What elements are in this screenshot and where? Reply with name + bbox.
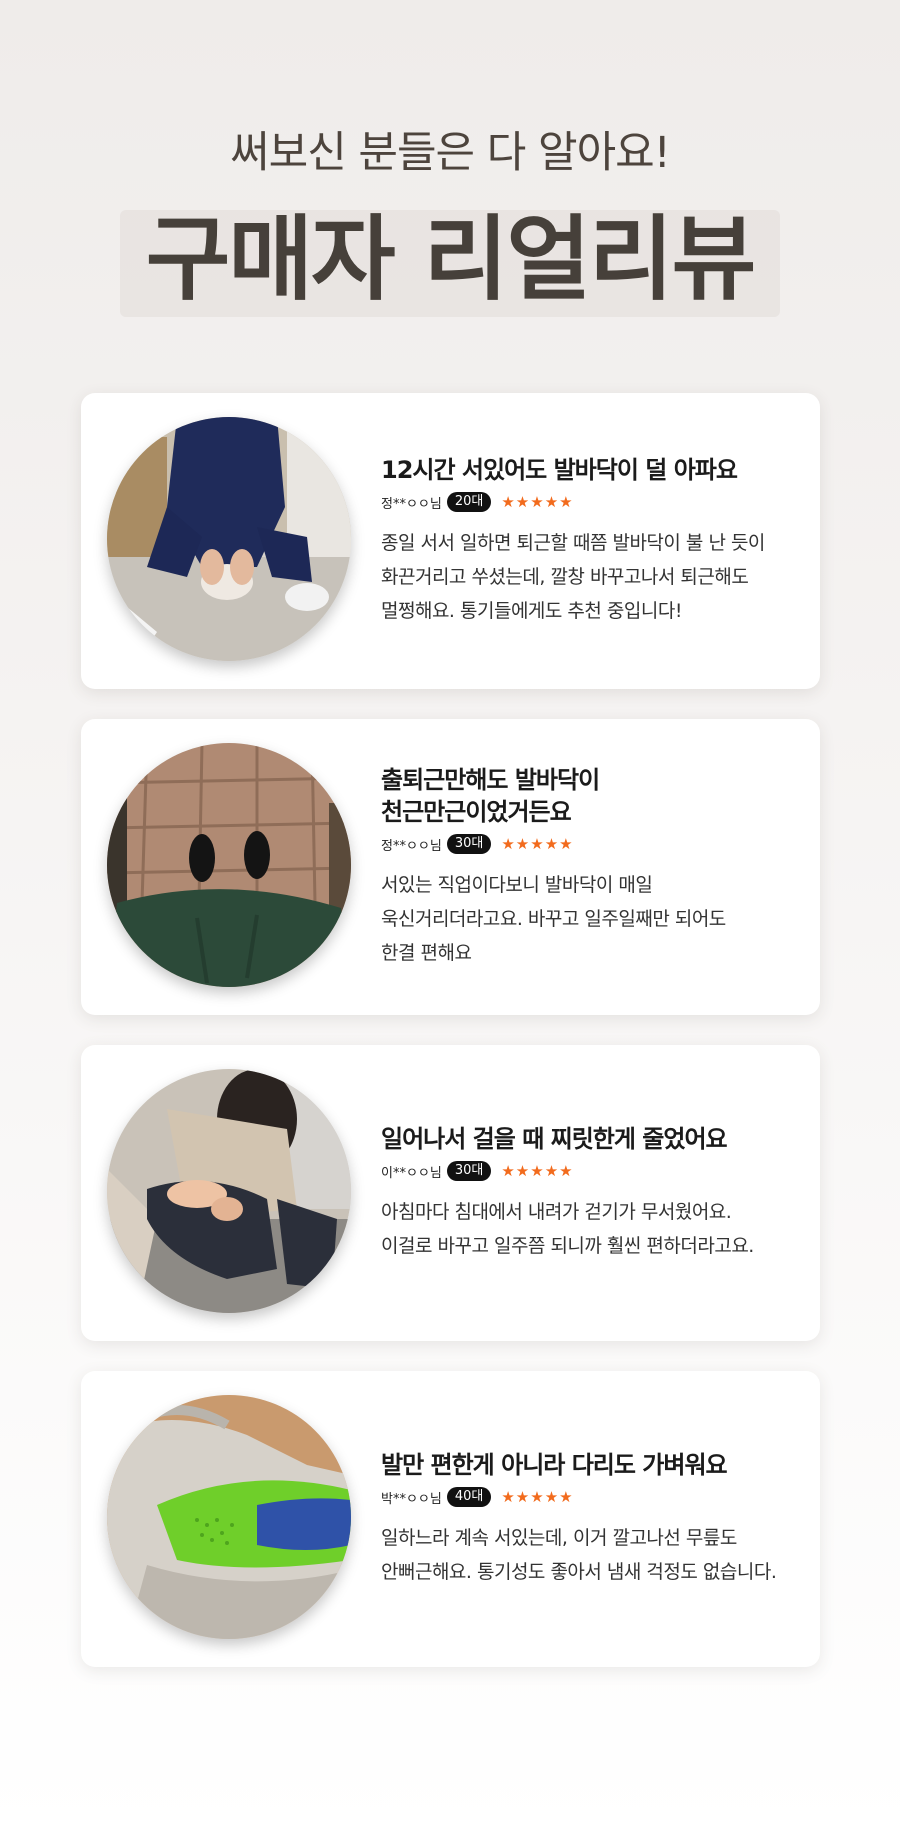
star-rating: ★★★★★ <box>501 1488 574 1507</box>
review-title-line: 발만 편한게 아니라 다리도 가벼워요 <box>381 1450 728 1479</box>
page-title-box: 구매자 리얼리뷰 <box>119 206 781 317</box>
review-body-line: 한결 편해요 <box>381 942 472 965</box>
age-badge: 20대 <box>446 492 492 513</box>
review-info: 일어나서 걸을 때 찌릿한게 줄었어요 이**ㅇㅇ님 30대 ★★★★★ 아침마… <box>381 1045 800 1341</box>
woman-holding-foot-photo <box>107 1069 351 1313</box>
review-meta: 박**ㅇㅇ님 40대 ★★★★★ <box>381 1487 800 1508</box>
review-body-line: 안뻐근해요. 통기성도 좋아서 냄새 걱정도 없습니다. <box>381 1561 777 1584</box>
review-body-line: 화끈거리고 쑤셨는데, 깔창 바꾸고나서 퇴근해도 <box>381 566 749 589</box>
star-rating: ★★★★★ <box>501 1162 574 1181</box>
insole-in-sneaker-photo <box>107 1395 351 1639</box>
review-body: 아침마다 침대에서 내려가 걷기가 무서웠어요. 이걸로 바꾸고 일주쯤 되니까… <box>381 1195 800 1263</box>
review-card: 출퇴근만해도 발바닥이 천근만근이었거든요 정**ㅇㅇ님 30대 ★★★★★ 서… <box>81 719 820 1015</box>
review-body-line: 종일 서서 일하면 퇴근할 때쯤 발바닥이 불 난 듯이 <box>381 532 765 555</box>
black-shoes-on-tile-photo <box>107 743 351 987</box>
reviewer-name: 정**ㅇㅇ님 <box>381 496 442 512</box>
review-card: 일어나서 걸을 때 찌릿한게 줄었어요 이**ㅇㅇ님 30대 ★★★★★ 아침마… <box>81 1045 820 1341</box>
review-body: 서있는 직업이다보니 발바닥이 매일 욱신거리더라고요. 바꾸고 일주일째만 되… <box>381 868 800 970</box>
review-title-line: 일어나서 걸을 때 찌릿한게 줄었어요 <box>381 1124 728 1153</box>
review-title-line: 12시간 서있어도 발바닥이 덜 아파요 <box>381 455 738 484</box>
review-body-line: 아침마다 침대에서 내려가 걷기가 무서웠어요. <box>381 1201 732 1224</box>
review-body-line: 서있는 직업이다보니 발바닥이 매일 <box>381 874 653 897</box>
review-card: 12시간 서있어도 발바닥이 덜 아파요 정**ㅇㅇ님 20대 ★★★★★ 종일… <box>81 393 820 689</box>
review-title: 일어나서 걸을 때 찌릿한게 줄었어요 <box>381 1123 800 1155</box>
review-meta: 정**ㅇㅇ님 30대 ★★★★★ <box>381 834 800 855</box>
star-rating: ★★★★★ <box>501 835 574 854</box>
review-body-line: 일하느라 계속 서있는데, 이거 깔고나선 무릎도 <box>381 1527 737 1550</box>
review-info: 발만 편한게 아니라 다리도 가벼워요 박**ㅇㅇ님 40대 ★★★★★ 일하느… <box>381 1371 800 1667</box>
page-title: 구매자 리얼리뷰 <box>145 206 757 313</box>
page-subtitle: 써보신 분들은 다 알아요! <box>230 128 671 178</box>
review-title: 12시간 서있어도 발바닥이 덜 아파요 <box>381 454 800 486</box>
review-body: 종일 서서 일하면 퇴근할 때쯤 발바닥이 불 난 듯이 화끈거리고 쑤셨는데,… <box>381 526 800 628</box>
age-badge: 30대 <box>446 1161 492 1182</box>
review-title-line: 출퇴근만해도 발바닥이 <box>381 765 600 794</box>
review-info: 출퇴근만해도 발바닥이 천근만근이었거든요 정**ㅇㅇ님 30대 ★★★★★ 서… <box>381 719 800 1015</box>
review-meta: 정**ㅇㅇ님 20대 ★★★★★ <box>381 492 800 513</box>
reviewer-name: 이**ㅇㅇ님 <box>381 1165 442 1181</box>
star-rating: ★★★★★ <box>501 493 574 512</box>
reviewer-name: 박**ㅇㅇ님 <box>381 1491 442 1507</box>
review-list: 12시간 서있어도 발바닥이 덜 아파요 정**ㅇㅇ님 20대 ★★★★★ 종일… <box>81 393 820 1697</box>
nurse-holding-foot-photo <box>107 417 351 661</box>
review-body-line: 이걸로 바꾸고 일주쯤 되니까 훨씬 편하더라고요. <box>381 1235 754 1258</box>
review-title-line: 천근만근이었거든요 <box>381 798 572 826</box>
age-badge: 30대 <box>446 834 492 855</box>
review-meta: 이**ㅇㅇ님 30대 ★★★★★ <box>381 1161 800 1182</box>
review-title: 발만 편한게 아니라 다리도 가벼워요 <box>381 1449 800 1481</box>
age-badge: 40대 <box>446 1487 492 1508</box>
review-body-line: 멀쩡해요. 통기들에게도 추천 중입니다! <box>381 600 682 623</box>
review-card: 발만 편한게 아니라 다리도 가벼워요 박**ㅇㅇ님 40대 ★★★★★ 일하느… <box>81 1371 820 1667</box>
review-title: 출퇴근만해도 발바닥이 천근만근이었거든요 <box>381 764 800 829</box>
review-body-line: 욱신거리더라고요. 바꾸고 일주일째만 되어도 <box>381 908 726 931</box>
reviewer-name: 정**ㅇㅇ님 <box>381 838 442 854</box>
header: 써보신 분들은 다 알아요! 구매자 리얼리뷰 <box>0 118 900 317</box>
review-body: 일하느라 계속 서있는데, 이거 깔고나선 무릎도 안뻐근해요. 통기성도 좋아… <box>381 1521 800 1589</box>
review-info: 12시간 서있어도 발바닥이 덜 아파요 정**ㅇㅇ님 20대 ★★★★★ 종일… <box>381 393 800 689</box>
